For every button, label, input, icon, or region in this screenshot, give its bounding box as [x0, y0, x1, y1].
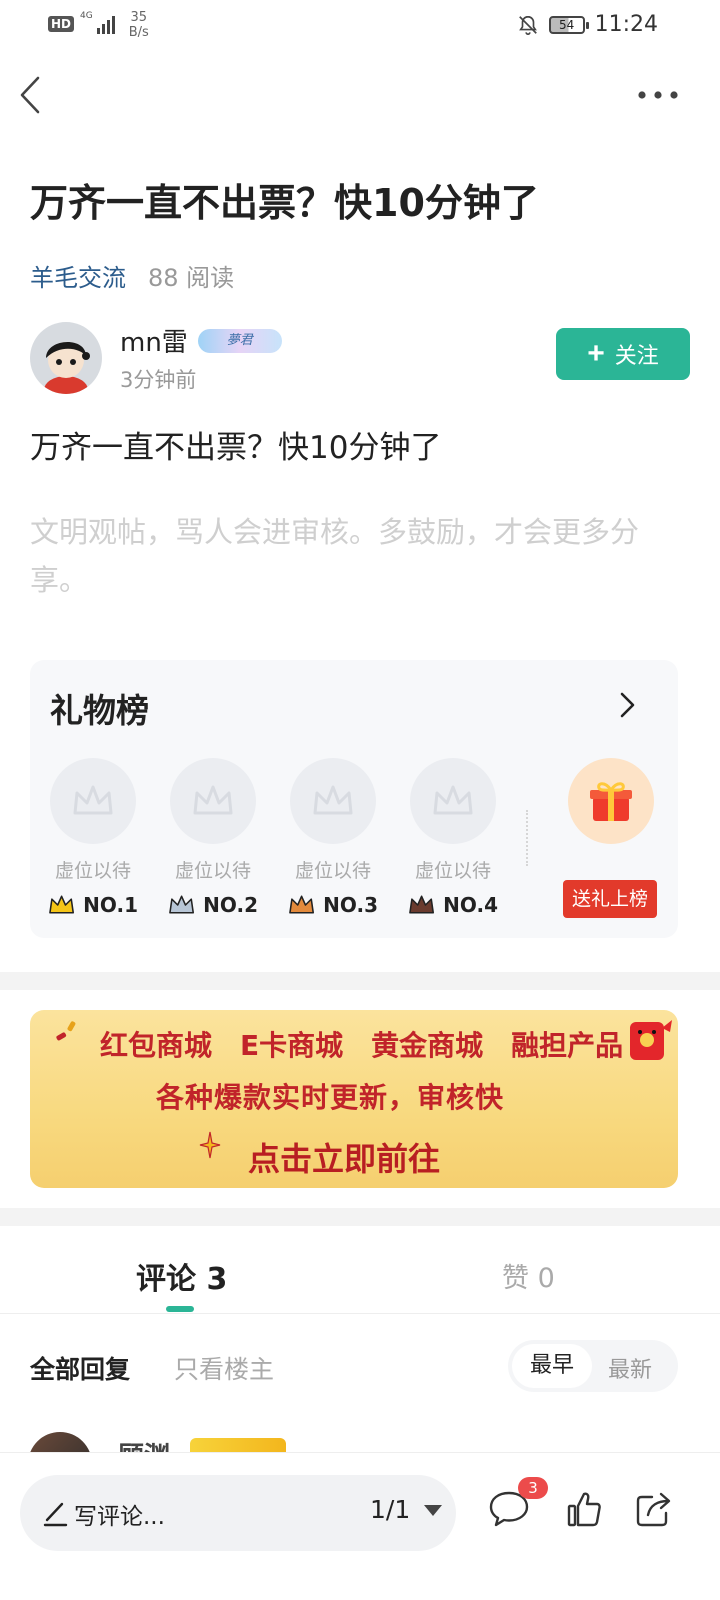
star-icon: [199, 1131, 221, 1159]
network-speed: 35 B/s: [129, 10, 149, 40]
filter-all-replies[interactable]: 全部回复: [30, 1350, 130, 1386]
slot-label: 虚位以待: [174, 860, 251, 882]
crown-outline-icon: [193, 785, 233, 815]
crown-bronze-icon: [289, 895, 315, 914]
tab-comments[interactable]: 评论 3: [136, 1254, 227, 1298]
gift-icon: [590, 782, 632, 821]
posted-time: 3分钟前: [120, 368, 197, 392]
speed-value: 35: [130, 10, 148, 25]
rank-row: NO.3: [288, 893, 378, 917]
gift-slot[interactable]: 虚位以待 NO.2: [168, 758, 258, 917]
tab-indicator: [166, 1306, 194, 1312]
page-indicator[interactable]: 1/1: [370, 1495, 410, 1524]
avatar[interactable]: [30, 322, 102, 394]
banner-cta[interactable]: 点击立即前往: [248, 1134, 440, 1180]
crown-silver-icon: [169, 895, 195, 914]
comment-tabs: 评论 3 赞 0: [0, 1228, 720, 1314]
slot-label: 虚位以待: [294, 860, 371, 882]
vip-badge: 夢君: [197, 328, 282, 353]
network-type: 4G: [80, 11, 93, 21]
banner-subtitle: 各种爆款实时更新，审核快: [156, 1081, 505, 1114]
crown-outline-icon: [433, 785, 473, 815]
sparkle-lines-icon: [56, 1021, 76, 1041]
signal-icon: 4G: [80, 12, 115, 34]
comment-count-badge: 3: [518, 1477, 548, 1499]
rank-row: NO.2: [168, 893, 258, 917]
gift-slot[interactable]: 虚位以待 NO.3: [288, 758, 378, 917]
chevron-right-icon[interactable]: [616, 690, 638, 720]
follow-label: 关注: [614, 343, 659, 368]
empty-slot: [50, 758, 136, 844]
gift-slot[interactable]: 虚位以待 NO.4: [408, 758, 498, 917]
rank-label: NO.3: [323, 893, 378, 917]
banner-item: 融担产品: [511, 1029, 624, 1062]
author-row: mn雷 夢君 3分钟前 + 关注: [30, 322, 690, 394]
bottom-bar: 写评论... 1/1 3: [0, 1452, 720, 1600]
banner-categories: 红包商城 E卡商城 黄金商城 融担产品: [100, 1024, 623, 1064]
rank-row: NO.4: [408, 893, 498, 917]
rank-label: NO.2: [203, 893, 258, 917]
rank-label: NO.1: [83, 893, 138, 917]
section-separator: [0, 1208, 720, 1226]
divider: [526, 810, 528, 866]
status-bar: HD 4G 35 B/s 54 11:24: [0, 0, 720, 50]
crown-gold-icon: [49, 895, 75, 914]
bell-muted-icon: [518, 15, 537, 35]
slot-label: 虚位以待: [414, 860, 491, 882]
share-icon[interactable]: [634, 1489, 674, 1529]
gift-board: 礼物榜 虚位以待 NO.1 虚位以待 NO.2 虚位以待 NO.3 虚位以待 N…: [30, 660, 678, 938]
author-name-row: mn雷 夢君: [120, 322, 282, 359]
empty-slot: [170, 758, 256, 844]
banner-item: E卡商城: [240, 1029, 344, 1062]
empty-slot: [290, 758, 376, 844]
promo-banner[interactable]: 红包商城 E卡商城 黄金商城 融担产品 各种爆款实时更新，审核快 点击立即前往: [30, 1010, 678, 1188]
empty-slot: [410, 758, 496, 844]
crown-outline-icon: [313, 785, 353, 815]
post-title: 万齐一直不出票？快10分钟了: [30, 181, 539, 225]
community-notice: 文明观帖，骂人会进审核。多鼓励，才会更多分享。: [30, 515, 640, 597]
crown-outline-icon: [73, 785, 113, 815]
author-name[interactable]: mn雷: [120, 322, 188, 359]
gift-board-title: 礼物榜: [50, 691, 149, 730]
comment-placeholder: 写评论...: [74, 1504, 165, 1530]
sort-toggle: 最早 最新: [508, 1340, 678, 1392]
top-nav: [0, 60, 720, 130]
gift-slot[interactable]: 虚位以待 NO.1: [48, 758, 138, 917]
sort-earliest[interactable]: 最早: [512, 1344, 592, 1388]
comment-input[interactable]: 写评论... 1/1: [20, 1475, 456, 1551]
caret-down-icon[interactable]: [424, 1505, 442, 1516]
thumbs-up-icon[interactable]: [566, 1489, 602, 1529]
section-separator: [0, 972, 720, 990]
post-meta: 羊毛交流 88 阅读: [30, 258, 234, 293]
read-count: 88 阅读: [148, 264, 235, 292]
speed-unit: B/s: [128, 25, 149, 40]
crown-dark-icon: [409, 895, 435, 914]
clock: 11:24: [594, 12, 658, 37]
gift-button[interactable]: [568, 758, 654, 844]
pen-icon: [43, 1502, 68, 1527]
slot-label: 虚位以待: [54, 860, 131, 882]
plus-icon: +: [587, 337, 605, 370]
filter-owner-only[interactable]: 只看楼主: [174, 1350, 274, 1386]
follow-button[interactable]: + 关注: [556, 328, 690, 380]
tab-likes[interactable]: 赞 0: [502, 1256, 555, 1295]
send-gift-button[interactable]: 送礼上榜: [563, 880, 657, 918]
banner-item: 红包商城: [100, 1029, 213, 1062]
rank-row: NO.1: [48, 893, 138, 917]
rank-label: NO.4: [443, 893, 498, 917]
comment-filters: 全部回复 只看楼主 最早 最新: [0, 1340, 720, 1392]
post-body: 万齐一直不出票？快10分钟了: [30, 430, 442, 466]
category-link[interactable]: 羊毛交流: [30, 258, 126, 293]
more-horizontal-icon[interactable]: [636, 80, 680, 110]
red-envelope-mascot-icon: [630, 1020, 672, 1060]
hd-indicator: HD: [48, 16, 75, 32]
chevron-left-icon[interactable]: [14, 72, 54, 118]
battery-icon: 54: [548, 15, 589, 34]
sort-latest[interactable]: 最新: [608, 1352, 652, 1384]
banner-item: 黄金商城: [371, 1029, 484, 1062]
battery-level: 54: [558, 17, 575, 32]
